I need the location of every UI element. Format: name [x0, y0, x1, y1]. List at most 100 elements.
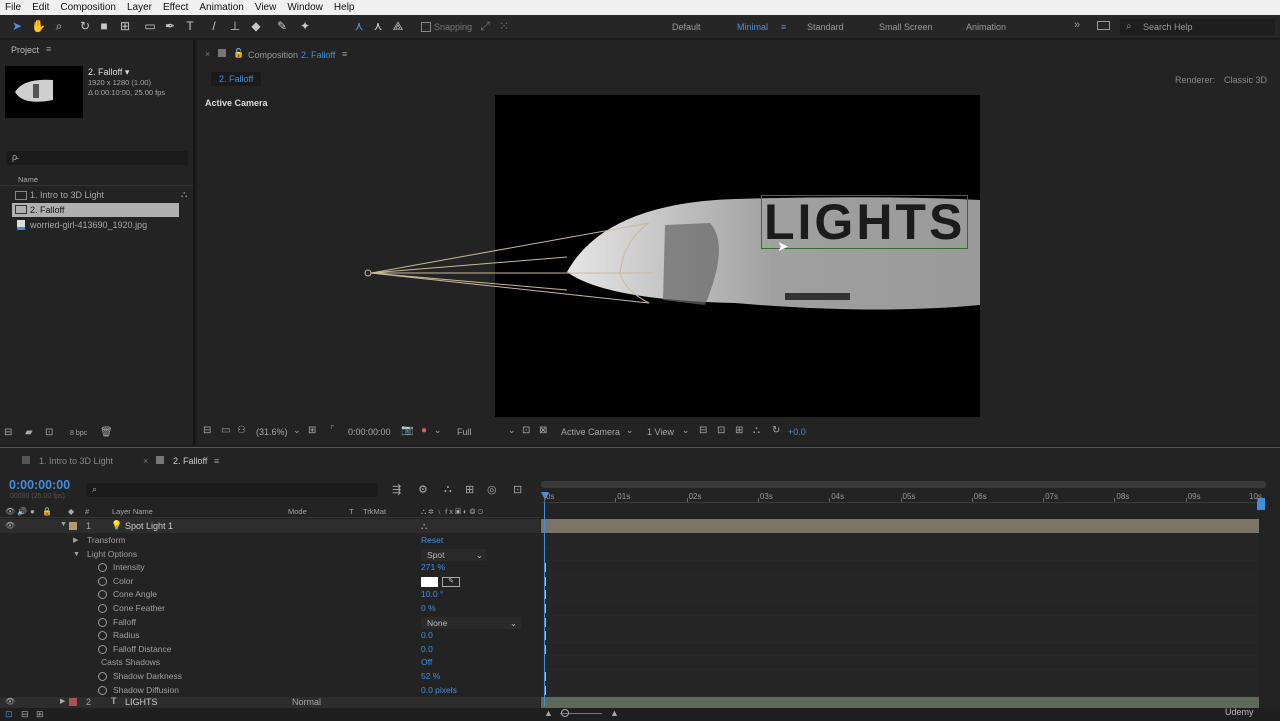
visibility-eye-icon[interactable]: 👁: [5, 521, 15, 530]
puppet-pin-tool-icon[interactable]: ✦: [298, 19, 312, 33]
toggle-pixel-aspect-icon[interactable]: ⊟: [699, 425, 707, 436]
view-axis-icon[interactable]: ⟁: [391, 19, 405, 33]
always-preview-icon[interactable]: ⊟: [203, 425, 211, 436]
property-row[interactable]: Color ✎: [0, 575, 540, 589]
property-value[interactable]: 0.0 pixels: [421, 684, 457, 698]
project-search-input[interactable]: ρ̵: [6, 151, 188, 165]
flowchart-icon[interactable]: ⊞: [735, 425, 743, 436]
menu-item-window[interactable]: Window: [287, 2, 323, 13]
layer-mode[interactable]: Normal: [292, 697, 321, 707]
project-tab[interactable]: Project: [11, 45, 39, 55]
lights-text-layer[interactable]: LIGHTS: [761, 195, 969, 249]
comp-mini-flowchart-icon[interactable]: ⇶: [392, 483, 401, 496]
column-header-name[interactable]: Name: [18, 175, 38, 184]
stopwatch-icon[interactable]: [98, 685, 107, 695]
region-of-interest-icon[interactable]: ⌜: [330, 425, 335, 436]
property-value[interactable]: 10.0 °: [421, 588, 443, 602]
property-track[interactable]: [541, 629, 1259, 643]
shy-layers-icon[interactable]: ⛬: [444, 483, 452, 496]
camera-tool-icon[interactable]: ■: [97, 19, 111, 33]
view-layout-dropdown[interactable]: 1 View ⌄: [643, 423, 693, 439]
label-color-icon[interactable]: [69, 522, 77, 530]
stopwatch-icon[interactable]: [98, 617, 107, 627]
text-tool-icon[interactable]: T: [183, 19, 197, 33]
clone-stamp-tool-icon[interactable]: ⊥: [228, 19, 242, 33]
search-help-input[interactable]: Search Help: [1143, 22, 1193, 32]
col-mode[interactable]: Mode: [288, 505, 307, 518]
property-row[interactable]: Radius 0.0: [0, 629, 540, 643]
menu-item-view[interactable]: View: [255, 2, 277, 13]
snap-edges-icon[interactable]: ⤢: [478, 19, 492, 33]
mask-visibility-icon[interactable]: ⚇: [237, 425, 246, 436]
property-track[interactable]: [541, 615, 1259, 630]
comp-subtab[interactable]: 2. Falloff: [211, 72, 261, 86]
snap-features-icon[interactable]: ⁙: [497, 19, 511, 33]
layer-switches-toggle-icon[interactable]: ⊡: [5, 709, 13, 720]
property-row[interactable]: Falloff Distance 0.0: [0, 643, 540, 657]
layer-name[interactable]: Spot Light 1: [125, 521, 173, 531]
monitor-icon[interactable]: ▭: [221, 425, 230, 436]
expand-triangle-icon[interactable]: ▶: [60, 697, 65, 705]
comp-timecode[interactable]: 0:00:00:00: [348, 427, 391, 437]
expand-triangle-icon[interactable]: ▼: [60, 521, 67, 528]
label-tag-icon[interactable]: ◆: [68, 505, 74, 518]
workspace-minimal[interactable]: Minimal: [737, 22, 768, 32]
exposure-value[interactable]: +0.0: [788, 427, 806, 437]
property-value[interactable]: 52 %: [421, 670, 440, 684]
spot-light-wireframe[interactable]: [362, 210, 662, 320]
property-row[interactable]: Shadow Diffusion 0.0 pixels: [0, 684, 540, 698]
chevron-down-icon[interactable]: ⌄: [434, 425, 442, 436]
property-track[interactable]: [541, 656, 1259, 670]
menu-item-file[interactable]: File: [5, 2, 21, 13]
fast-previews-icon[interactable]: ⊡: [522, 425, 530, 436]
color-swatch[interactable]: [421, 576, 438, 587]
zoom-out-icon[interactable]: ▲: [544, 708, 553, 718]
comp-tab-name[interactable]: 2. Falloff: [301, 50, 335, 60]
expand-triangle-icon[interactable]: ▶: [73, 534, 78, 548]
new-folder-icon[interactable]: ▰: [25, 427, 33, 438]
in-out-toggle-icon[interactable]: ⊞: [36, 709, 44, 720]
new-composition-icon[interactable]: ⊡: [45, 427, 53, 438]
sync-settings-icon[interactable]: [1097, 21, 1110, 30]
stopwatch-icon[interactable]: [98, 576, 107, 586]
draft-3d-toggle-icon[interactable]: ⚙: [418, 483, 428, 496]
property-track[interactable]: [541, 602, 1259, 616]
property-track[interactable]: [541, 670, 1259, 684]
property-track[interactable]: [541, 574, 1259, 589]
col-number[interactable]: #: [85, 505, 89, 518]
stopwatch-icon[interactable]: [98, 644, 107, 654]
layer-name[interactable]: LIGHTS: [125, 697, 158, 707]
property-row[interactable]: ▶ Transform Reset: [0, 534, 540, 548]
hand-tool-icon[interactable]: ✋: [31, 19, 46, 33]
interpret-footage-icon[interactable]: ⊟: [4, 427, 12, 438]
stopwatch-icon[interactable]: [98, 631, 107, 641]
property-track[interactable]: [541, 642, 1259, 657]
workspace-small-screen[interactable]: Small Screen: [879, 22, 933, 32]
search-help-box[interactable]: ⌕ Search Help: [1120, 19, 1275, 35]
stopwatch-icon[interactable]: [98, 590, 107, 600]
layer-search-input[interactable]: ⌕: [86, 483, 378, 497]
menu-item-composition[interactable]: Composition: [60, 2, 116, 13]
property-track[interactable]: [541, 588, 1259, 602]
brush-tool-icon[interactable]: /: [207, 19, 221, 33]
property-value[interactable]: 0.0: [421, 643, 433, 657]
bit-depth-label[interactable]: 8 bpc: [70, 430, 87, 437]
eyedropper-icon[interactable]: ✎: [442, 576, 460, 587]
project-item[interactable]: 1. Intro to 3D Light ⛬: [0, 188, 193, 203]
draft-3d-icon[interactable]: ⊡: [717, 425, 725, 436]
property-row[interactable]: ▼ Light Options Spot ⌄: [0, 548, 540, 562]
workspace-standard[interactable]: Standard: [807, 22, 844, 32]
project-item[interactable]: worried-girl-413690_1920.jpg: [0, 218, 193, 233]
property-row[interactable]: Casts Shadows Off: [0, 656, 540, 670]
property-value[interactable]: 271 %: [421, 561, 445, 575]
chevron-down-icon[interactable]: ⌄: [293, 425, 301, 436]
camera-dropdown[interactable]: Active Camera ⌄: [557, 423, 637, 439]
workspace-menu-icon[interactable]: ≡: [781, 22, 786, 32]
menu-item-layer[interactable]: Layer: [127, 2, 152, 13]
property-value[interactable]: 0 %: [421, 602, 436, 616]
property-row[interactable]: Cone Feather 0 %: [0, 602, 540, 616]
stopwatch-icon[interactable]: [98, 563, 107, 573]
visibility-eye-icon[interactable]: 👁: [5, 697, 15, 706]
menu-item-help[interactable]: Help: [334, 2, 355, 13]
video-eye-icon[interactable]: 👁: [5, 505, 15, 518]
